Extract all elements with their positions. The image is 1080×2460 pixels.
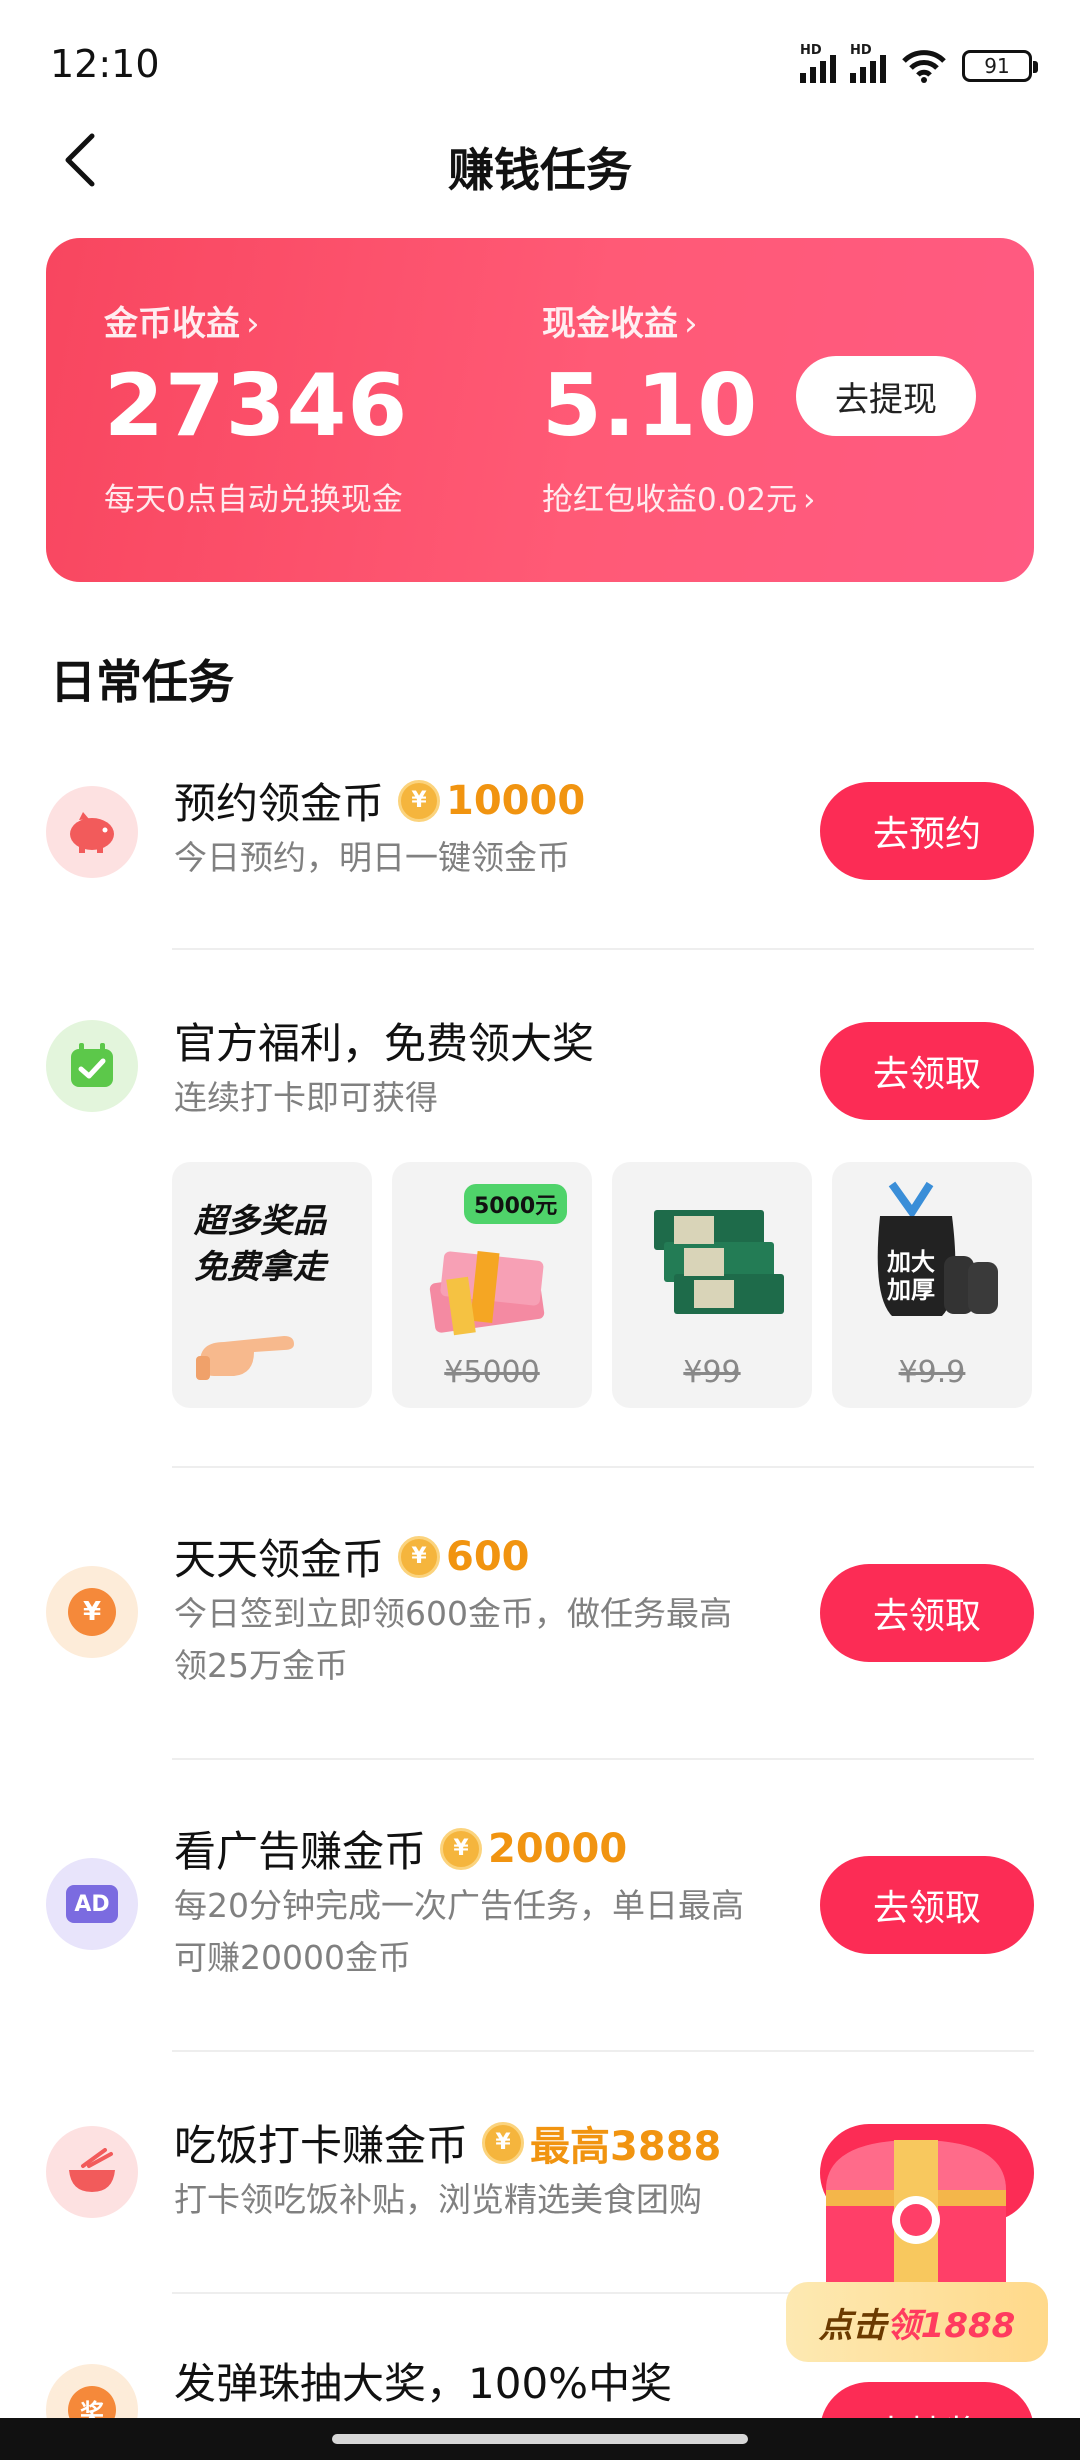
task-title: 预约领金币 ¥ 10000 — [174, 777, 586, 829]
coin-earnings-value: 27346 — [104, 356, 409, 456]
coin-icon: ¥ — [398, 779, 441, 822]
prize-price: ¥99 — [683, 1355, 741, 1390]
rice-bowl-icon — [46, 2126, 138, 2218]
red-packet-earnings-link[interactable]: 抢红包收益0.02元 › — [542, 474, 815, 519]
coin-icon: ¥ — [482, 2121, 525, 2164]
divider — [172, 948, 1034, 950]
earnings-card: 金币收益 › 27346 每天0点自动兑换现金 现金收益 › 5.10 抢红包收益0… — [46, 238, 1034, 582]
task-title: 吃饭打卡赚金币 ¥ 最高3888 — [174, 2112, 721, 2173]
prize-promo-card[interactable]: 超多奖品 免费拿走 — [172, 1162, 372, 1408]
chevron-right-icon: › — [803, 482, 816, 518]
task-title: 天天领金币 ¥ 600 — [174, 1533, 530, 1585]
battery-icon: 91 — [962, 50, 1038, 82]
pointing-hand-icon — [196, 1336, 294, 1380]
prize-card[interactable]: 加大加厚 ¥9.9 — [832, 1162, 1032, 1408]
prize-price: ¥9.9 — [898, 1355, 966, 1390]
signal-icon: HD — [850, 43, 886, 83]
task-description: 连续打卡即可获得 — [174, 1078, 438, 1117]
task-reward: 600 — [446, 1533, 530, 1580]
cash-stack-icon — [429, 1251, 545, 1336]
cash-earnings-value: 5.10 — [542, 356, 759, 456]
coin-earnings-link[interactable]: 金币收益 › — [104, 296, 260, 345]
page-title: 赚钱任务 — [448, 143, 632, 197]
prize-card[interactable]: 5000元 ¥5000 — [392, 1162, 592, 1408]
coin-icon: ¥ — [440, 1827, 483, 1870]
calendar-check-icon — [46, 1020, 138, 1112]
divider — [172, 2050, 1034, 2052]
task-title: 发弹珠抽大奖，100%中奖 — [174, 2359, 673, 2408]
chevron-right-icon: › — [684, 304, 698, 344]
header: 赚钱任务 — [0, 110, 1080, 210]
status-icons: HD HD 91 — [800, 43, 1038, 86]
ad-icon: AD — [46, 1858, 138, 1950]
section-title: 日常任务 — [50, 655, 234, 709]
floating-reward-label[interactable]: 点击 领1888 — [786, 2282, 1048, 2362]
task-title: 官方福利，免费领大奖 — [174, 1019, 595, 1068]
status-time: 12:10 — [50, 42, 160, 86]
divider — [172, 1758, 1034, 1760]
task-reward: 10000 — [446, 777, 586, 824]
wifi-icon — [902, 50, 946, 83]
cash-earnings-link[interactable]: 现金收益 › — [542, 296, 698, 345]
task-description: 打卡领吃饭补贴，浏览精选美食团购 — [174, 2180, 702, 2219]
task-reward: 20000 — [488, 1825, 628, 1872]
prize-tag: 加大加厚 — [887, 1248, 935, 1304]
chevron-right-icon: › — [246, 304, 260, 344]
divider — [172, 1466, 1034, 1468]
task-title: 看广告赚金币 ¥ 20000 — [174, 1825, 628, 1877]
yuan-coin-icon: ¥ — [46, 1566, 138, 1658]
gift-box-set-icon — [654, 1210, 784, 1314]
promo-text: 免费拿走 — [194, 1247, 326, 1286]
task-description: 今日签到立即领600金币，做任务最高领25万金币 — [174, 1594, 732, 1685]
prize-tag: 5000元 — [464, 1184, 568, 1224]
signal-icon: HD — [800, 43, 836, 83]
reserve-button[interactable]: 去预约 — [820, 782, 1034, 880]
prize-price: ¥5000 — [444, 1355, 540, 1390]
claim-button[interactable]: 去领取 — [820, 1856, 1034, 1954]
claim-button[interactable]: 去领取 — [820, 1022, 1034, 1120]
coin-icon: ¥ — [398, 1535, 441, 1578]
home-indicator[interactable] — [332, 2434, 748, 2444]
task-description: 今日预约，明日一键领金币 — [174, 838, 570, 877]
withdraw-button[interactable]: 去提现 — [796, 356, 976, 436]
claim-button[interactable]: 去领取 — [820, 1564, 1034, 1662]
task-reward: 最高3888 — [530, 2123, 722, 2170]
task-description: 每20分钟完成一次广告任务，单日最高可赚20000金币 — [174, 1886, 744, 1977]
piggy-bank-icon — [46, 786, 138, 878]
prize-card[interactable]: ¥99 — [612, 1162, 812, 1408]
coin-earnings-note: 每天0点自动兑换现金 — [104, 482, 403, 518]
promo-text: 超多奖品 — [194, 1201, 326, 1240]
